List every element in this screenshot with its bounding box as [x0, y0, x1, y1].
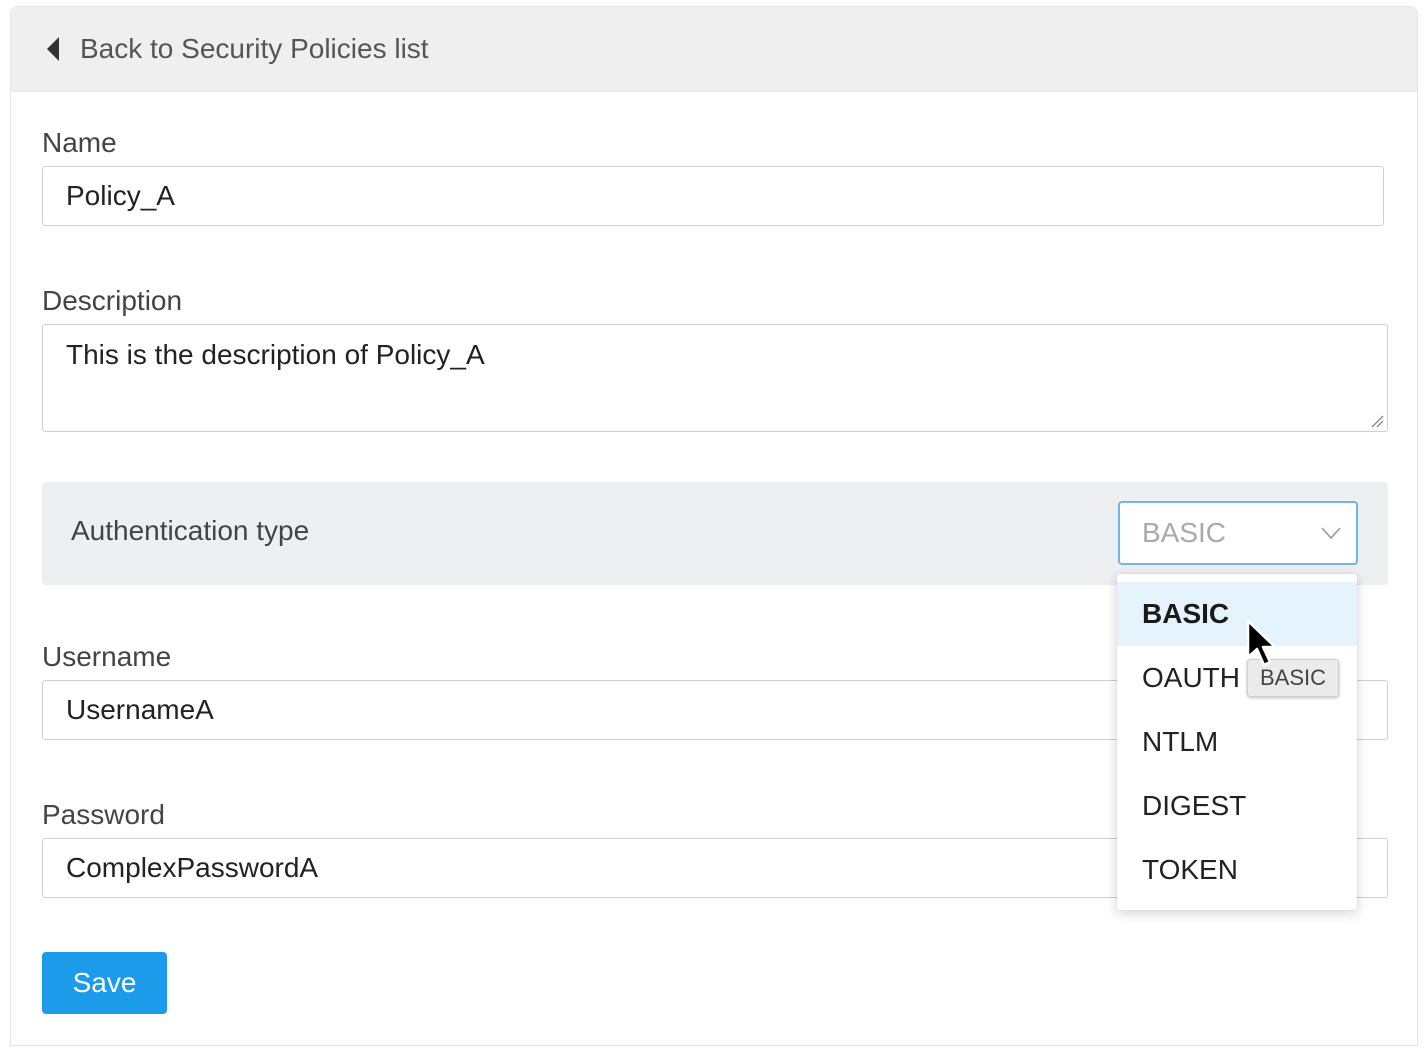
panel-header: Back to Security Policies list — [11, 7, 1417, 92]
save-button[interactable]: Save — [42, 952, 167, 1014]
description-textarea[interactable]: This is the description of Policy_A — [42, 324, 1388, 432]
description-label: Description — [42, 285, 183, 316]
chevron-down-icon — [1321, 527, 1341, 540]
chevron-left-icon — [47, 37, 59, 61]
dropdown-option-digest[interactable]: DIGEST — [1117, 774, 1357, 838]
back-link-label: Back to Security Policies list — [80, 33, 429, 64]
description-text: This is the description of Policy_A — [66, 339, 485, 370]
authentication-type-value: BASIC — [1142, 517, 1227, 548]
authentication-type-label: Authentication type — [71, 515, 310, 546]
back-to-list-link[interactable]: Back to Security Policies list — [45, 29, 429, 69]
username-label: Username — [42, 641, 172, 672]
mouse-pointer-icon — [1246, 619, 1277, 667]
dropdown-option-ntlm[interactable]: NTLM — [1117, 710, 1357, 774]
resize-grip-icon[interactable] — [1370, 414, 1384, 428]
authentication-type-select[interactable]: BASIC — [1118, 501, 1358, 565]
dropdown-option-basic[interactable]: BASIC — [1117, 582, 1357, 646]
name-label: Name — [42, 127, 117, 158]
password-label: Password — [42, 799, 165, 830]
authentication-type-dropdown: BASIC OAUTH NTLM DIGEST TOKEN — [1117, 574, 1357, 910]
name-input[interactable]: Policy_A — [42, 166, 1384, 226]
security-policy-panel: Back to Security Policies list Name Poli… — [10, 6, 1418, 1046]
dropdown-option-token[interactable]: TOKEN — [1117, 838, 1357, 902]
